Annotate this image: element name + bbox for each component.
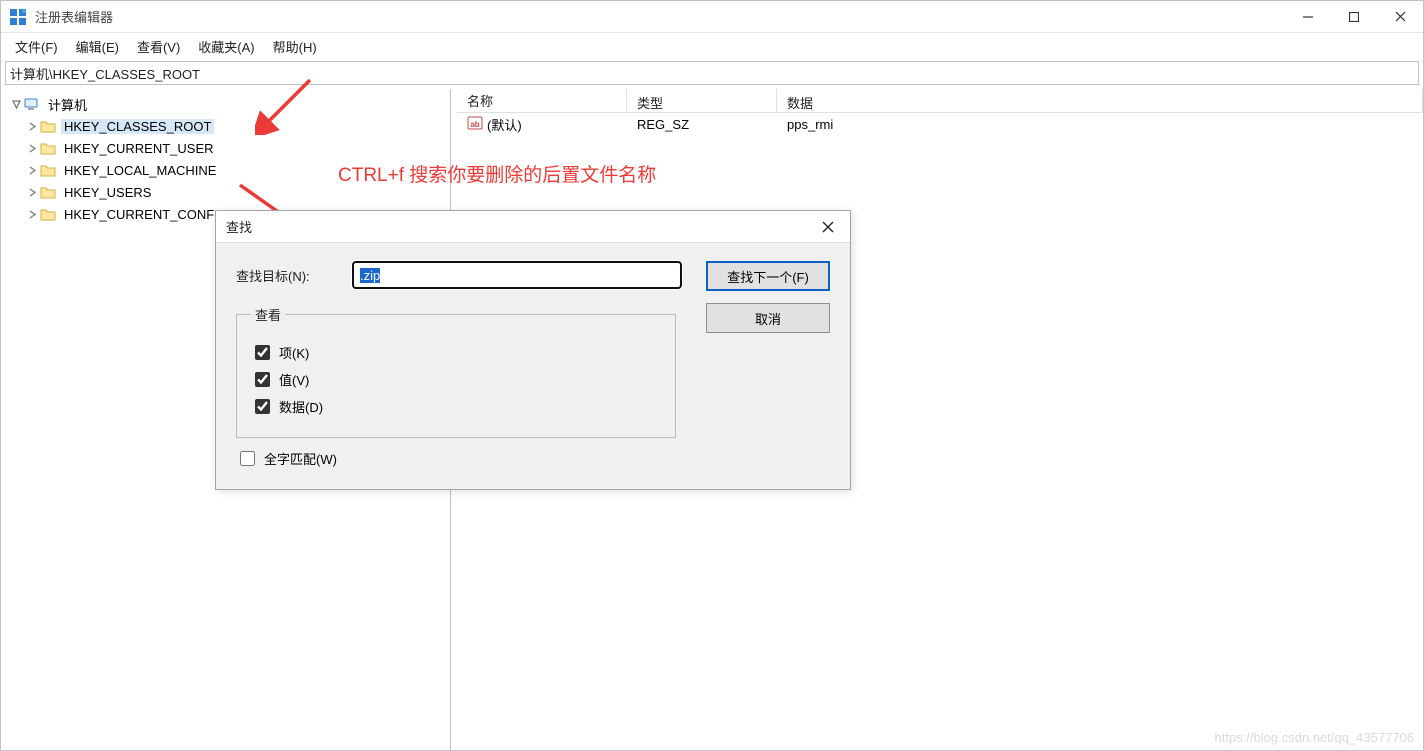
- find-title: 查找: [216, 217, 806, 236]
- maximize-button[interactable]: [1331, 1, 1377, 33]
- find-target-input[interactable]: [352, 261, 682, 289]
- svg-text:ab: ab: [470, 120, 479, 129]
- opt-wholeword-label: 全字匹配(W): [264, 449, 337, 468]
- app-icon: [9, 7, 29, 27]
- value-data: pps_rmi: [777, 117, 1423, 132]
- tree-item-label: HKEY_USERS: [61, 185, 154, 200]
- tree-item-label: HKEY_CLASSES_ROOT: [61, 119, 214, 134]
- opt-values-row[interactable]: 值(V): [251, 369, 661, 390]
- opt-data-checkbox[interactable]: [255, 399, 270, 414]
- addressbar[interactable]: 计算机\HKEY_CLASSES_ROOT: [5, 61, 1419, 85]
- col-type[interactable]: 类型: [627, 89, 777, 112]
- cancel-button[interactable]: 取消: [706, 303, 830, 333]
- opt-values-label: 值(V): [279, 370, 309, 389]
- expand-toggle[interactable]: [25, 166, 39, 175]
- value-type: REG_SZ: [627, 117, 777, 132]
- folder-icon: [39, 162, 57, 178]
- opt-keys-row[interactable]: 项(K): [251, 342, 661, 363]
- tree-item-hkey_local_machine[interactable]: HKEY_LOCAL_MACHINE: [17, 159, 450, 181]
- expand-toggle[interactable]: [25, 210, 39, 219]
- menu-edit[interactable]: 编辑(E): [68, 35, 127, 58]
- find-target-label: 查找目标(N):: [236, 266, 336, 285]
- folder-icon: [39, 140, 57, 156]
- value-name: (默认): [487, 115, 522, 134]
- col-name[interactable]: 名称: [457, 89, 627, 112]
- menubar: 文件(F) 编辑(E) 查看(V) 收藏夹(A) 帮助(H): [1, 33, 1423, 59]
- folder-icon: [39, 184, 57, 200]
- find-close-button[interactable]: [806, 211, 850, 243]
- close-button[interactable]: [1377, 1, 1423, 33]
- minimize-button[interactable]: [1285, 1, 1331, 33]
- string-value-icon: ab: [467, 115, 483, 134]
- opt-keys-checkbox[interactable]: [255, 345, 270, 360]
- menu-file[interactable]: 文件(F): [7, 35, 66, 58]
- opt-values-checkbox[interactable]: [255, 372, 270, 387]
- tree-root[interactable]: 计算机: [1, 93, 450, 115]
- addressbar-path: 计算机\HKEY_CLASSES_ROOT: [10, 64, 200, 83]
- folder-icon: [39, 206, 57, 222]
- folder-icon: [39, 118, 57, 134]
- tree-item-label: HKEY_CURRENT_USER: [61, 141, 217, 156]
- opt-data-row[interactable]: 数据(D): [251, 396, 661, 417]
- find-next-button[interactable]: 查找下一个(F): [706, 261, 830, 291]
- expand-toggle[interactable]: [9, 100, 23, 109]
- opt-keys-label: 项(K): [279, 343, 309, 362]
- details-header: 名称 类型 数据: [457, 89, 1423, 113]
- lookat-legend: 查看: [251, 305, 285, 324]
- tree-item-hkey_users[interactable]: HKEY_USERS: [17, 181, 450, 203]
- expand-toggle[interactable]: [25, 122, 39, 131]
- opt-data-label: 数据(D): [279, 397, 323, 416]
- tree-item-label: HKEY_LOCAL_MACHINE: [61, 163, 219, 178]
- lookat-group: 查看 项(K) 值(V) 数据(D): [236, 305, 676, 438]
- opt-wholeword-checkbox[interactable]: [240, 451, 255, 466]
- titlebar: 注册表编辑器: [1, 1, 1423, 33]
- opt-wholeword-row[interactable]: 全字匹配(W): [236, 448, 830, 469]
- tree-item-hkey_current_user[interactable]: HKEY_CURRENT_USER: [17, 137, 450, 159]
- menu-view[interactable]: 查看(V): [129, 35, 188, 58]
- find-dialog: 查找 查找目标(N): 查找下一个(F) 取消 查看 项(K) 值(V): [215, 210, 851, 490]
- expand-toggle[interactable]: [25, 188, 39, 197]
- expand-toggle[interactable]: [25, 144, 39, 153]
- menu-favorites[interactable]: 收藏夹(A): [190, 35, 262, 58]
- menu-help[interactable]: 帮助(H): [265, 35, 325, 58]
- window-title: 注册表编辑器: [35, 7, 113, 26]
- tree-item-label: HKEY_CURRENT_CONFIG: [61, 207, 231, 222]
- find-titlebar[interactable]: 查找: [216, 211, 850, 243]
- computer-icon: [23, 96, 41, 112]
- tree-item-hkey_classes_root[interactable]: HKEY_CLASSES_ROOT: [17, 115, 450, 137]
- col-data[interactable]: 数据: [777, 89, 1423, 112]
- value-row[interactable]: ab (默认) REG_SZpps_rmi: [457, 113, 1423, 135]
- tree-root-label: 计算机: [45, 95, 90, 114]
